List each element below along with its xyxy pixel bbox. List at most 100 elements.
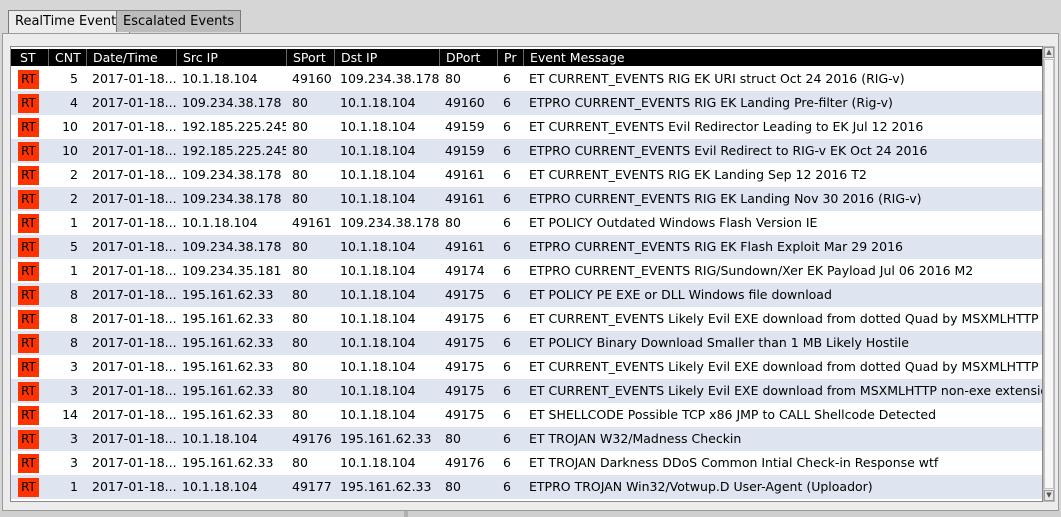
protocol-cell: 6: [503, 359, 511, 374]
table-row[interactable]: RT 1 2017-01-18... 10.1.18.104 49177 195.161.…: [11, 475, 1042, 499]
dport-cell: 49160: [445, 95, 485, 110]
pane-splitter[interactable]: [404, 511, 408, 517]
column-header-dst-ip[interactable]: Dst IP: [334, 49, 439, 66]
column-header-st[interactable]: ST: [11, 49, 48, 66]
datetime-cell: 2017-01-18...: [92, 479, 176, 494]
dst-ip-cell: 10.1.18.104: [340, 407, 416, 422]
column-header-src-ip[interactable]: Src IP: [176, 49, 286, 66]
table-row[interactable]: RT 3 2017-01-18... 195.161.62.33 80 10.1.18.1…: [11, 451, 1042, 475]
column-header-datetime[interactable]: Date/Time: [86, 49, 176, 66]
dst-ip-cell: 10.1.18.104: [340, 383, 416, 398]
sport-cell: 49160: [292, 71, 332, 86]
events-table: ST CNT Date/Time Src IP SPort Dst IP DPo…: [10, 46, 1043, 502]
sport-cell: 80: [292, 359, 308, 374]
event-message-cell: ET POLICY PE EXE or DLL Windows file dow…: [529, 287, 832, 302]
status-cell: RT: [11, 451, 48, 475]
count-cell: 8: [70, 335, 78, 350]
table-row[interactable]: RT 14 2017-01-18... 195.161.62.33 80 10.1.18.…: [11, 403, 1042, 427]
status-badge: RT: [18, 406, 39, 425]
dport-cell: 80: [445, 479, 461, 494]
dst-ip-cell: 109.234.38.178: [340, 215, 439, 230]
count-cell: 10: [62, 143, 78, 158]
sport-cell: 49176: [292, 431, 332, 446]
dst-ip-cell: 10.1.18.104: [340, 95, 416, 110]
table-row[interactable]: RT 8 2017-01-18... 195.161.62.33 80 10.1.18.1…: [11, 283, 1042, 307]
datetime-cell: 2017-01-18...: [92, 167, 176, 182]
table-row[interactable]: RT 10 2017-01-18... 192.185.225.245 80 10.1.1…: [11, 139, 1042, 163]
count-cell: 1: [70, 479, 78, 494]
count-cell: 10: [62, 119, 78, 134]
table-row[interactable]: RT 8 2017-01-18... 195.161.62.33 80 10.1.18.1…: [11, 331, 1042, 355]
dport-cell: 49161: [445, 167, 485, 182]
datetime-cell: 2017-01-18...: [92, 431, 176, 446]
table-row[interactable]: RT 1 2017-01-18... 10.1.18.104 49161 109.234.…: [11, 211, 1042, 235]
sport-cell: 80: [292, 455, 308, 470]
status-cell: RT: [11, 187, 48, 211]
src-ip-cell: 109.234.38.178: [182, 167, 282, 182]
status-badge: RT: [18, 166, 39, 185]
protocol-cell: 6: [503, 431, 511, 446]
protocol-cell: 6: [503, 335, 511, 350]
dst-ip-cell: 195.161.62.33: [340, 479, 432, 494]
dport-cell: 49175: [445, 383, 485, 398]
protocol-cell: 6: [503, 455, 511, 470]
dst-ip-cell: 10.1.18.104: [340, 191, 416, 206]
protocol-cell: 6: [503, 119, 511, 134]
table-row[interactable]: RT 5 2017-01-18... 10.1.18.104 49160 109.234.…: [11, 67, 1042, 91]
table-row[interactable]: RT 3 2017-01-18... 195.161.62.33 80 10.1.18.1…: [11, 355, 1042, 379]
vertical-scrollbar[interactable]: ▲ ▼: [1043, 46, 1055, 502]
event-message-cell: ETPRO CURRENT_EVENTS RIG EK Landing Nov …: [529, 191, 922, 206]
table-row[interactable]: RT 2 2017-01-18... 109.234.38.178 80 10.1.18.…: [11, 187, 1042, 211]
sport-cell: 80: [292, 263, 308, 278]
table-row[interactable]: RT 5 2017-01-18... 109.234.38.178 80 10.1.18.…: [11, 235, 1042, 259]
table-row[interactable]: RT 10 2017-01-18... 192.185.225.245 80 10.1.1…: [11, 115, 1042, 139]
sport-cell: 49161: [292, 215, 332, 230]
table-row[interactable]: RT 3 2017-01-18... 195.161.62.33 80 10.1.18.1…: [11, 379, 1042, 403]
column-header-dport[interactable]: DPort: [439, 49, 497, 66]
sport-cell: 80: [292, 287, 308, 302]
count-cell: 3: [70, 359, 78, 374]
count-cell: 4: [70, 95, 78, 110]
horizontal-scrollbar[interactable]: [0, 511, 1061, 517]
dst-ip-cell: 10.1.18.104: [340, 143, 416, 158]
status-badge: RT: [18, 478, 39, 497]
column-header-cnt[interactable]: CNT: [48, 49, 86, 66]
table-row[interactable]: RT 4 2017-01-18... 109.234.38.178 80 10.1.18.…: [11, 91, 1042, 115]
src-ip-cell: 195.161.62.33: [182, 455, 274, 470]
table-header: ST CNT Date/Time Src IP SPort Dst IP DPo…: [11, 49, 1042, 66]
tab-escalated-events[interactable]: Escalated Events: [116, 10, 242, 32]
event-message-cell: ET POLICY Outdated Windows Flash Version…: [529, 215, 818, 230]
column-header-sport[interactable]: SPort: [286, 49, 334, 66]
datetime-cell: 2017-01-18...: [92, 287, 176, 302]
dst-ip-cell: 10.1.18.104: [340, 119, 416, 134]
count-cell: 8: [70, 311, 78, 326]
dport-cell: 80: [445, 431, 461, 446]
status-cell: RT: [11, 211, 48, 235]
column-header-pr[interactable]: Pr: [497, 49, 523, 66]
scroll-up-icon[interactable]: ▲: [1044, 47, 1054, 58]
sport-cell: 80: [292, 311, 308, 326]
sport-cell: 80: [292, 167, 308, 182]
protocol-cell: 6: [503, 263, 511, 278]
scrollbar-thumb[interactable]: [1044, 59, 1054, 489]
src-ip-cell: 195.161.62.33: [182, 287, 274, 302]
datetime-cell: 2017-01-18...: [92, 335, 176, 350]
datetime-cell: 2017-01-18...: [92, 383, 176, 398]
dst-ip-cell: 10.1.18.104: [340, 263, 416, 278]
count-cell: 2: [70, 167, 78, 182]
datetime-cell: 2017-01-18...: [92, 71, 176, 86]
protocol-cell: 6: [503, 95, 511, 110]
datetime-cell: 2017-01-18...: [92, 143, 176, 158]
table-row[interactable]: RT 1 2017-01-18... 109.234.35.181 80 10.1.18.…: [11, 259, 1042, 283]
table-row[interactable]: RT 8 2017-01-18... 195.161.62.33 80 10.1.18.1…: [11, 307, 1042, 331]
scroll-down-icon[interactable]: ▼: [1044, 490, 1054, 501]
datetime-cell: 2017-01-18...: [92, 455, 176, 470]
column-header-event-message[interactable]: Event Message: [523, 49, 1042, 66]
protocol-cell: 6: [503, 479, 511, 494]
event-message-cell: ET CURRENT_EVENTS Likely Evil EXE downlo…: [529, 311, 1042, 326]
dport-cell: 49175: [445, 287, 485, 302]
table-row[interactable]: RT 2 2017-01-18... 109.234.38.178 80 10.1.18.…: [11, 163, 1042, 187]
table-row[interactable]: RT 3 2017-01-18... 10.1.18.104 49176 195.161.…: [11, 427, 1042, 451]
tab-realtime-events[interactable]: RealTime Events: [8, 10, 130, 34]
src-ip-cell: 192.185.225.245: [182, 143, 286, 158]
